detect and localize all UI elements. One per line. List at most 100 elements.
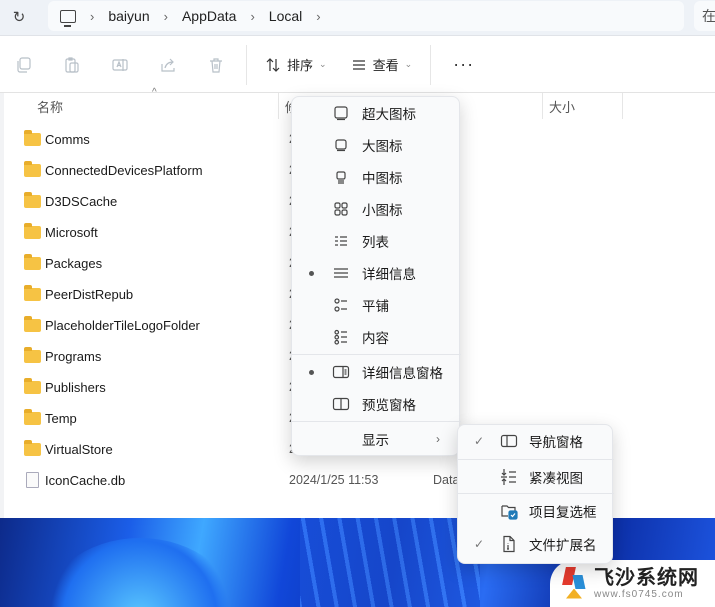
view-menu-item[interactable]: 超大图标 (292, 97, 461, 129)
view-menu-item[interactable]: 平铺 (292, 289, 461, 321)
view-menu-item-label: 小图标 (362, 203, 403, 218)
column-divider[interactable] (542, 93, 543, 119)
file-icon (26, 472, 39, 488)
small-icons-icon (332, 200, 350, 218)
toolbar-divider (246, 44, 247, 85)
file-name: Programs (45, 348, 102, 364)
preview-pane-icon (332, 395, 350, 413)
breadcrumb[interactable]: › baiyun › AppData › Local › (48, 1, 684, 31)
folder-icon (24, 408, 41, 425)
show-submenu-item[interactable]: 紧凑视图 (458, 461, 614, 493)
view-menu-item-label: 显示 (362, 433, 389, 448)
menu-separator (458, 459, 614, 460)
show-submenu-item-label: 文件扩展名 (529, 538, 597, 553)
large-icons-icon (332, 136, 350, 154)
file-name: PeerDistRepub (45, 286, 134, 302)
navigation-pane-icon (500, 432, 518, 450)
paste-button[interactable] (48, 45, 96, 85)
view-menu-item-label: 内容 (362, 331, 389, 346)
folder-icon (24, 346, 41, 363)
menu-separator (292, 421, 461, 422)
view-menu-item[interactable]: 预览窗格 (292, 388, 461, 420)
selected-bullet-icon (309, 369, 314, 375)
checkmark-icon: ✓ (474, 537, 485, 551)
share-button[interactable] (144, 45, 192, 85)
chevron-right-icon[interactable]: › (244, 9, 260, 24)
sort-button[interactable]: 排序 ⌄ (253, 45, 339, 85)
view-menu-item-label: 超大图标 (362, 107, 416, 122)
watermark-url: www.fs0745.com (594, 589, 684, 600)
view-menu-item[interactable]: 显示 › (292, 423, 461, 455)
folder-icon (24, 129, 41, 146)
view-menu-item[interactable]: 内容 (292, 321, 461, 353)
show-submenu-item[interactable]: ✓ 文件扩展名 (458, 528, 614, 560)
view-menu-item[interactable]: 详细信息 (292, 257, 461, 289)
column-divider[interactable] (278, 93, 279, 119)
view-label: 查看 (372, 58, 399, 73)
view-menu-item[interactable]: 中图标 (292, 161, 461, 193)
compact-view-icon (500, 468, 518, 486)
file-date: 2024/1/25 11:53 (289, 473, 379, 487)
chevron-right-icon[interactable]: › (310, 9, 326, 24)
breadcrumb-item[interactable]: AppData (174, 8, 244, 24)
file-extension-icon (500, 535, 518, 553)
show-submenu-item-label: 紧凑视图 (529, 471, 583, 486)
file-name: Packages (45, 255, 103, 271)
view-menu-item[interactable]: 大图标 (292, 129, 461, 161)
show-submenu-item-label: 项目复选框 (529, 505, 597, 520)
sort-icon (266, 57, 280, 72)
column-divider[interactable] (622, 93, 623, 119)
column-header-name[interactable]: 名称 (37, 93, 63, 119)
share-icon (161, 58, 175, 72)
view-menu-item-label: 平铺 (362, 299, 389, 314)
command-bar: 排序 ⌄ 查看 ⌄ ··· (0, 37, 715, 93)
folder-icon (24, 377, 41, 394)
file-name: Publishers (45, 379, 106, 395)
chevron-down-icon: ⌄ (404, 59, 413, 69)
chevron-right-icon[interactable]: › (158, 9, 174, 24)
view-menu-item-label: 详细信息 (362, 267, 416, 282)
copy-icon (17, 56, 31, 73)
search-hint: 在 (702, 8, 715, 24)
list-icon (332, 232, 350, 250)
column-header-size[interactable]: 大小 (549, 93, 575, 119)
chevron-down-icon: ⌄ (319, 59, 327, 69)
address-bar-region: ↻ › baiyun › AppData › Local › 在 (0, 0, 715, 36)
show-submenu: ✓ 导航窗格 紧凑视图 项目复选框 ✓ 文件扩展名 (457, 424, 614, 564)
refresh-icon[interactable]: ↻ (8, 6, 30, 28)
chevron-right-icon[interactable]: › (84, 9, 100, 24)
view-menu-item-label: 预览窗格 (362, 398, 416, 413)
delete-button[interactable] (192, 45, 240, 85)
show-submenu-item[interactable]: ✓ 导航窗格 (458, 425, 614, 457)
folder-icon (24, 439, 41, 456)
view-menu-item[interactable]: 小图标 (292, 193, 461, 225)
sort-label: 排序 (287, 58, 314, 73)
watermark: 飞沙系统网 www.fs0745.com (550, 560, 715, 607)
show-submenu-item[interactable]: 项目复选框 (458, 495, 614, 527)
folder-icon (24, 284, 41, 301)
computer-icon[interactable] (60, 9, 76, 27)
breadcrumb-item[interactable]: baiyun (100, 8, 157, 24)
rename-button[interactable] (96, 45, 144, 85)
file-name: D3DSCache (45, 193, 118, 209)
view-menu-item[interactable]: 列表 (292, 225, 461, 257)
copy-button[interactable] (0, 45, 48, 85)
view-icon (352, 59, 365, 70)
view-button[interactable]: 查看 ⌄ (339, 45, 425, 85)
breadcrumb-item[interactable]: Local (261, 8, 310, 24)
item-checkbox-icon (500, 502, 518, 520)
search-input[interactable]: 在 (694, 1, 715, 31)
view-menu-item[interactable]: 详细信息窗格 (292, 356, 461, 388)
view-menu: 超大图标大图标 中图标小图标列表详细信息平铺内容详细信息窗格 预览窗格显示 › (291, 96, 461, 456)
file-type: Data (433, 473, 460, 487)
content-icon (332, 328, 350, 346)
show-submenu-item-label: 导航窗格 (529, 435, 583, 450)
details-icon (332, 264, 350, 282)
more-options-button[interactable]: ··· (437, 54, 490, 75)
view-menu-item-label: 详细信息窗格 (362, 366, 443, 381)
extra-large-icons-icon (332, 104, 350, 122)
file-name: IconCache.db (45, 472, 126, 488)
watermark-logo-icon (562, 566, 588, 601)
folder-icon (24, 160, 41, 177)
view-menu-item-label: 列表 (362, 235, 389, 250)
